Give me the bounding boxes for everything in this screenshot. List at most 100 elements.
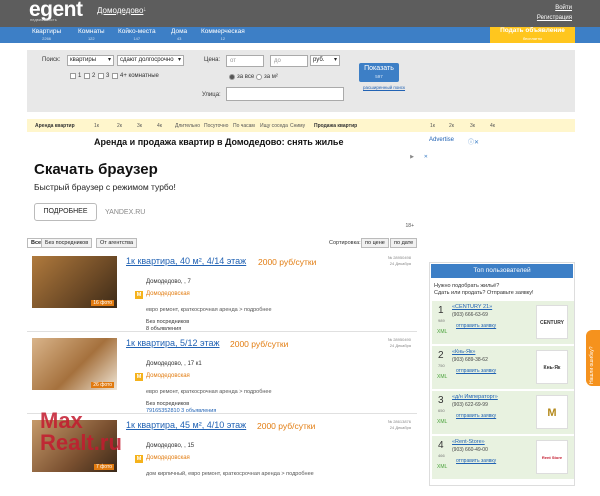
metro-icon: M [135,455,143,463]
listing-metro[interactable]: Домодедовская [146,291,190,297]
send-request-link[interactable]: отправить заявку [456,368,496,374]
strip-rent-daily[interactable]: Посуточно [204,123,228,129]
rank-score: 750 [438,363,445,368]
price-to-input[interactable]: до [270,55,308,67]
top-user-row[interactable]: 2 750 XML «Кнь-Як» (903) 689-38-62 отпра… [432,346,574,389]
nav-item-rooms[interactable]: Комнаты 122 [78,28,105,42]
street-label: Улица: [202,92,221,98]
user-name[interactable]: «CENTURY 21» [452,304,492,310]
type-select[interactable]: квартиры [67,55,114,66]
nav-item-beds[interactable]: Койко-места 147 [118,28,156,42]
ad-play-icon[interactable]: ▶ [410,154,414,160]
listing-description[interactable]: евро ремонт, краткосрочная аренда > подр… [146,307,272,313]
strip-rent-1k[interactable]: 1к [94,123,99,129]
city-dropdown-icon[interactable]: ↓ [143,6,147,13]
strip-rent-long[interactable]: Длительно [175,123,200,129]
xml-link[interactable]: XML [437,374,447,380]
ad-close-icon[interactable]: ✕ [424,154,428,160]
strip-rent-want[interactable]: Сниму [290,123,305,129]
strip-sale-4k[interactable]: 4к [490,123,495,129]
user-logo[interactable]: M [536,395,568,429]
listing-meta: № 28950490 24 Декабря [387,337,411,348]
listing-photo[interactable]: 16 фото [32,256,117,308]
ad-title[interactable]: Скачать браузер [34,161,158,178]
listing-title[interactable]: 1к квартира, 40 м², 4/14 этаж [126,256,246,266]
user-name[interactable]: «Кнь-Як» [452,349,475,355]
ad-banner[interactable]: Скачать браузер Быстрый браузер с режимо… [27,152,428,232]
send-request-link[interactable]: отправить заявку [456,413,496,419]
listing-price: 2000 руб/сутки [258,257,317,267]
rooms-3-checkbox[interactable] [98,73,104,79]
sort-by-price[interactable]: по цене [361,238,389,248]
strip-rent-2k[interactable]: 2к [117,123,122,129]
user-logo[interactable]: Rent Store [536,440,568,474]
xml-link[interactable]: XML [437,329,447,335]
search-panel: Поиск: квартиры сдают долгосрочно 1 2 3 … [27,50,575,112]
ad-more-button[interactable]: ПОДРОБНЕЕ [34,203,97,221]
login-link[interactable]: Войти [537,3,572,13]
send-request-link[interactable]: отправить заявку [456,458,496,464]
report-error-tab[interactable]: Нашли ошибку? [586,330,600,386]
strip-sale-1k[interactable]: 1к [430,123,435,129]
top-user-row[interactable]: 1 989 XML «CENTURY 21» (903) 666-63-69 о… [432,301,574,360]
currency-select[interactable]: руб. [310,55,340,66]
user-logo[interactable]: Кнь-Як [536,350,568,384]
metro-icon: M [135,291,143,299]
quick-filters-strip: Аренда квартир 1к 2к 3к 4к Длительно Пос… [27,119,575,132]
rooms-2-checkbox[interactable] [84,73,90,79]
nav-item-commercial[interactable]: Коммерческая 12 [201,28,245,42]
send-request-link[interactable]: отправить заявку [456,323,496,329]
price-from-input[interactable]: от [226,55,264,67]
strip-rent-hourly[interactable]: По часам [233,123,255,129]
nav-item-apartments[interactable]: Квартиры 2266 [32,28,61,42]
rank-number: 4 [438,440,444,451]
user-name[interactable]: «д/н Императорг» [452,394,498,400]
listing-photo[interactable]: 26 фото [32,338,117,390]
listing-row[interactable]: 16 фото 1к квартира, 40 м², 4/14 этаж 20… [27,252,417,332]
rooms-4-checkbox[interactable] [112,73,118,79]
advanced-search-link[interactable]: расширенный поиск [363,85,405,90]
listing-metro[interactable]: Домодедовская [146,455,190,461]
strip-rent-4k[interactable]: 4к [157,123,162,129]
show-button[interactable]: Показать 597 [359,63,399,82]
listing-price: 2000 руб/сутки [230,339,289,349]
listing-title[interactable]: 1к квартира, 45 м², 4/10 этаж [126,420,246,430]
term-select[interactable]: сдают долгосрочно [117,55,184,66]
post-ad-button[interactable]: Подать объявление бесплатно [490,27,575,43]
strip-sale-3k[interactable]: 3к [470,123,475,129]
filter-no-agent[interactable]: Без посредников [41,238,93,248]
listing-row[interactable]: 26 фото 1к квартира, 5/12 этаж 2000 руб/… [27,334,417,414]
per-all-radio[interactable] [229,74,235,80]
listing-metro[interactable]: Домодедовская [146,373,190,379]
user-logo[interactable]: CENTURY 21 [536,305,568,360]
top-users-title[interactable]: Топ пользователей [431,264,573,278]
listing-title[interactable]: 1к квартира, 5/12 этаж [126,338,220,348]
xml-link[interactable]: XML [437,464,447,470]
rooms-1-checkbox[interactable] [70,73,76,79]
user-phone: (903) 689-38-62 [452,357,488,363]
filter-agency[interactable]: От агентства [96,238,138,248]
xml-link[interactable]: XML [437,419,447,425]
ad-text: Быстрый браузер с режимом турбо! [34,182,176,192]
per-m2-radio[interactable] [256,74,262,80]
register-link[interactable]: Регистрация [537,13,572,23]
listing-address: Домодедово, , 15 [146,443,195,449]
strip-rent-roommate[interactable]: Ищу соседа [260,123,288,129]
right-ad-image[interactable]: Advertise [429,137,454,143]
user-name[interactable]: «Rent-Store» [452,439,485,445]
page-title: Аренда и продажа квартир в Домодедово: с… [94,137,344,147]
listing-description[interactable]: евро ремонт, краткосрочная аренда > подр… [146,389,272,395]
per-all-label: за все [237,74,255,80]
nav-item-houses[interactable]: Дома 43 [171,28,187,42]
top-user-row[interactable]: 3 650 XML «д/н Императорг» (903) 622-69-… [432,391,574,434]
city-selector[interactable]: Домодедово [97,6,143,15]
strip-rent-3k[interactable]: 3к [137,123,142,129]
listing-description[interactable]: дом кирпичный, евро ремонт, краткосрочна… [146,471,314,477]
strip-sale-title[interactable]: Продажа квартир [314,123,357,129]
strip-sale-2k[interactable]: 2к [449,123,454,129]
ad-choices-icon[interactable]: ⓘ✕ [468,137,479,146]
street-input[interactable] [226,87,344,101]
sort-by-date[interactable]: по дате [390,238,418,248]
top-user-row[interactable]: 4 466 XML «Rent-Store» (903) 660-49-00 о… [432,436,574,479]
strip-rent-title[interactable]: Аренда квартир [35,123,75,129]
